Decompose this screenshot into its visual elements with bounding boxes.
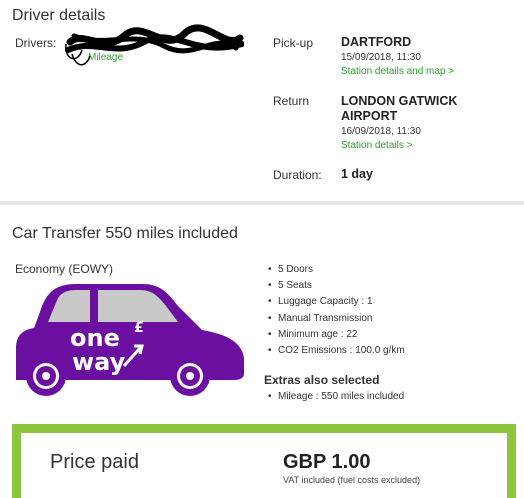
feature-item: Minimum age : 22 [268,327,405,343]
car-category: Economy (EOWY) [15,262,114,276]
price-box: Price paid GBP 1.00 VAT included (fuel c… [12,424,516,498]
pickup-location: DARTFORD [341,35,412,49]
feature-item: 5 Doors [268,262,405,278]
return-location-line2: AIRPORT [341,109,398,123]
vat-note: VAT included (fuel costs excluded) [283,475,421,485]
brand-logo-symbol: £ [134,320,144,336]
duration-label: Duration: [273,168,322,182]
price-label: Price paid [50,451,139,473]
pickup-label: Pick-up [273,36,314,50]
return-location-line1: LONDON GATWICK [341,94,458,108]
redacted-name-scribble [65,24,244,66]
car-section-title: Car Transfer 550 miles included [12,225,238,242]
return-label: Return [273,94,310,108]
return-datetime: 16/09/2018, 11:30 [341,126,421,137]
car-features-list: 5 Doors 5 Seats Luggage Capacity : 1 Man… [268,262,405,359]
brand-logo-line2: way [72,348,126,376]
feature-item: Luggage Capacity : 1 [268,294,405,310]
price-amount: GBP 1.00 [283,451,371,473]
feature-item: 5 Seats [268,278,405,294]
return-station-details-link[interactable]: Station details > [341,140,412,151]
extras-list: Mileage : 550 miles included [268,390,404,404]
extra-item: Mileage : 550 miles included [268,390,404,404]
driver-details-title: Driver details [12,7,106,24]
car-image: one way £ [16,284,244,396]
pickup-station-details-link[interactable]: Station details and map > [341,66,454,77]
duration-value: 1 day [341,167,373,181]
extras-title: Extras also selected [264,373,380,387]
drivers-label: Drivers: [15,36,57,50]
section-divider [0,201,524,205]
feature-item: Manual Transmission [268,311,405,327]
feature-item: CO2 Emissions : 100.0 g/km [268,343,405,359]
pickup-datetime: 15/09/2018, 11:30 [341,52,421,63]
